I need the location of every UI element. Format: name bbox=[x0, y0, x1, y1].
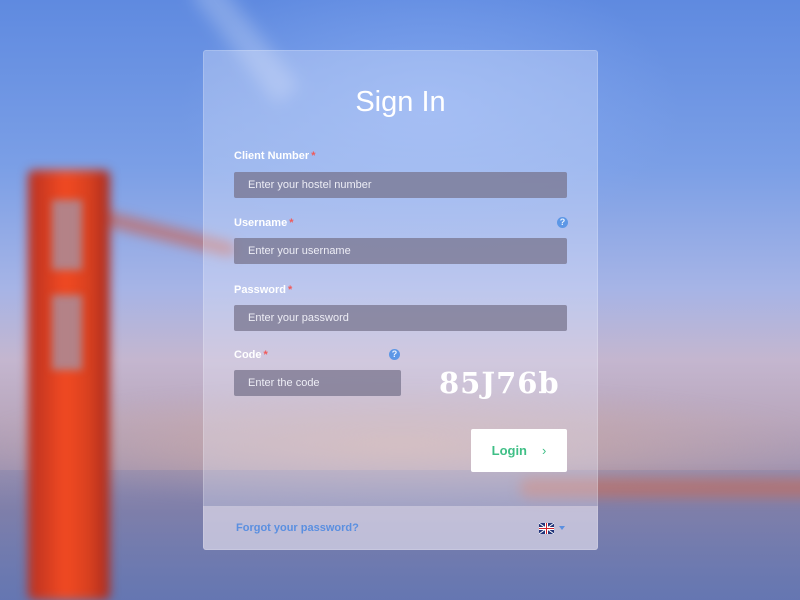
password-label-text: Password bbox=[234, 284, 286, 296]
page-title: Sign In bbox=[355, 86, 446, 118]
code-label-text: Code bbox=[234, 349, 262, 361]
code-label: Code * bbox=[234, 349, 268, 361]
captcha-image: 85J76b bbox=[439, 366, 560, 400]
uk-flag-icon bbox=[539, 522, 554, 534]
chevron-right-icon: › bbox=[542, 443, 547, 458]
card-footer: Forgot your password? bbox=[203, 506, 598, 550]
login-button-label: Login bbox=[491, 443, 528, 458]
password-input[interactable] bbox=[234, 305, 567, 331]
password-label: Password * bbox=[234, 284, 292, 296]
code-input[interactable] bbox=[234, 370, 401, 396]
forgot-password-link[interactable]: Forgot your password? bbox=[236, 522, 359, 534]
login-button[interactable]: Login › bbox=[471, 429, 567, 472]
username-label: Username * bbox=[234, 217, 293, 229]
required-marker: * bbox=[311, 150, 316, 162]
code-help-icon[interactable]: ? bbox=[389, 349, 400, 360]
client-number-input[interactable] bbox=[234, 172, 567, 198]
language-selector[interactable] bbox=[539, 522, 565, 534]
caret-down-icon bbox=[559, 526, 565, 530]
required-marker: * bbox=[287, 284, 293, 296]
required-marker: * bbox=[263, 349, 268, 361]
username-label-text: Username bbox=[234, 217, 288, 229]
username-help-icon[interactable]: ? bbox=[557, 217, 568, 228]
required-marker: * bbox=[289, 217, 294, 229]
client-number-label: Client Number * bbox=[234, 150, 315, 162]
sign-in-card: Sign In Client Number* Username* ? Passw… bbox=[203, 50, 598, 550]
username-input[interactable] bbox=[234, 238, 567, 264]
client-number-label-text: Client Number bbox=[234, 150, 310, 162]
